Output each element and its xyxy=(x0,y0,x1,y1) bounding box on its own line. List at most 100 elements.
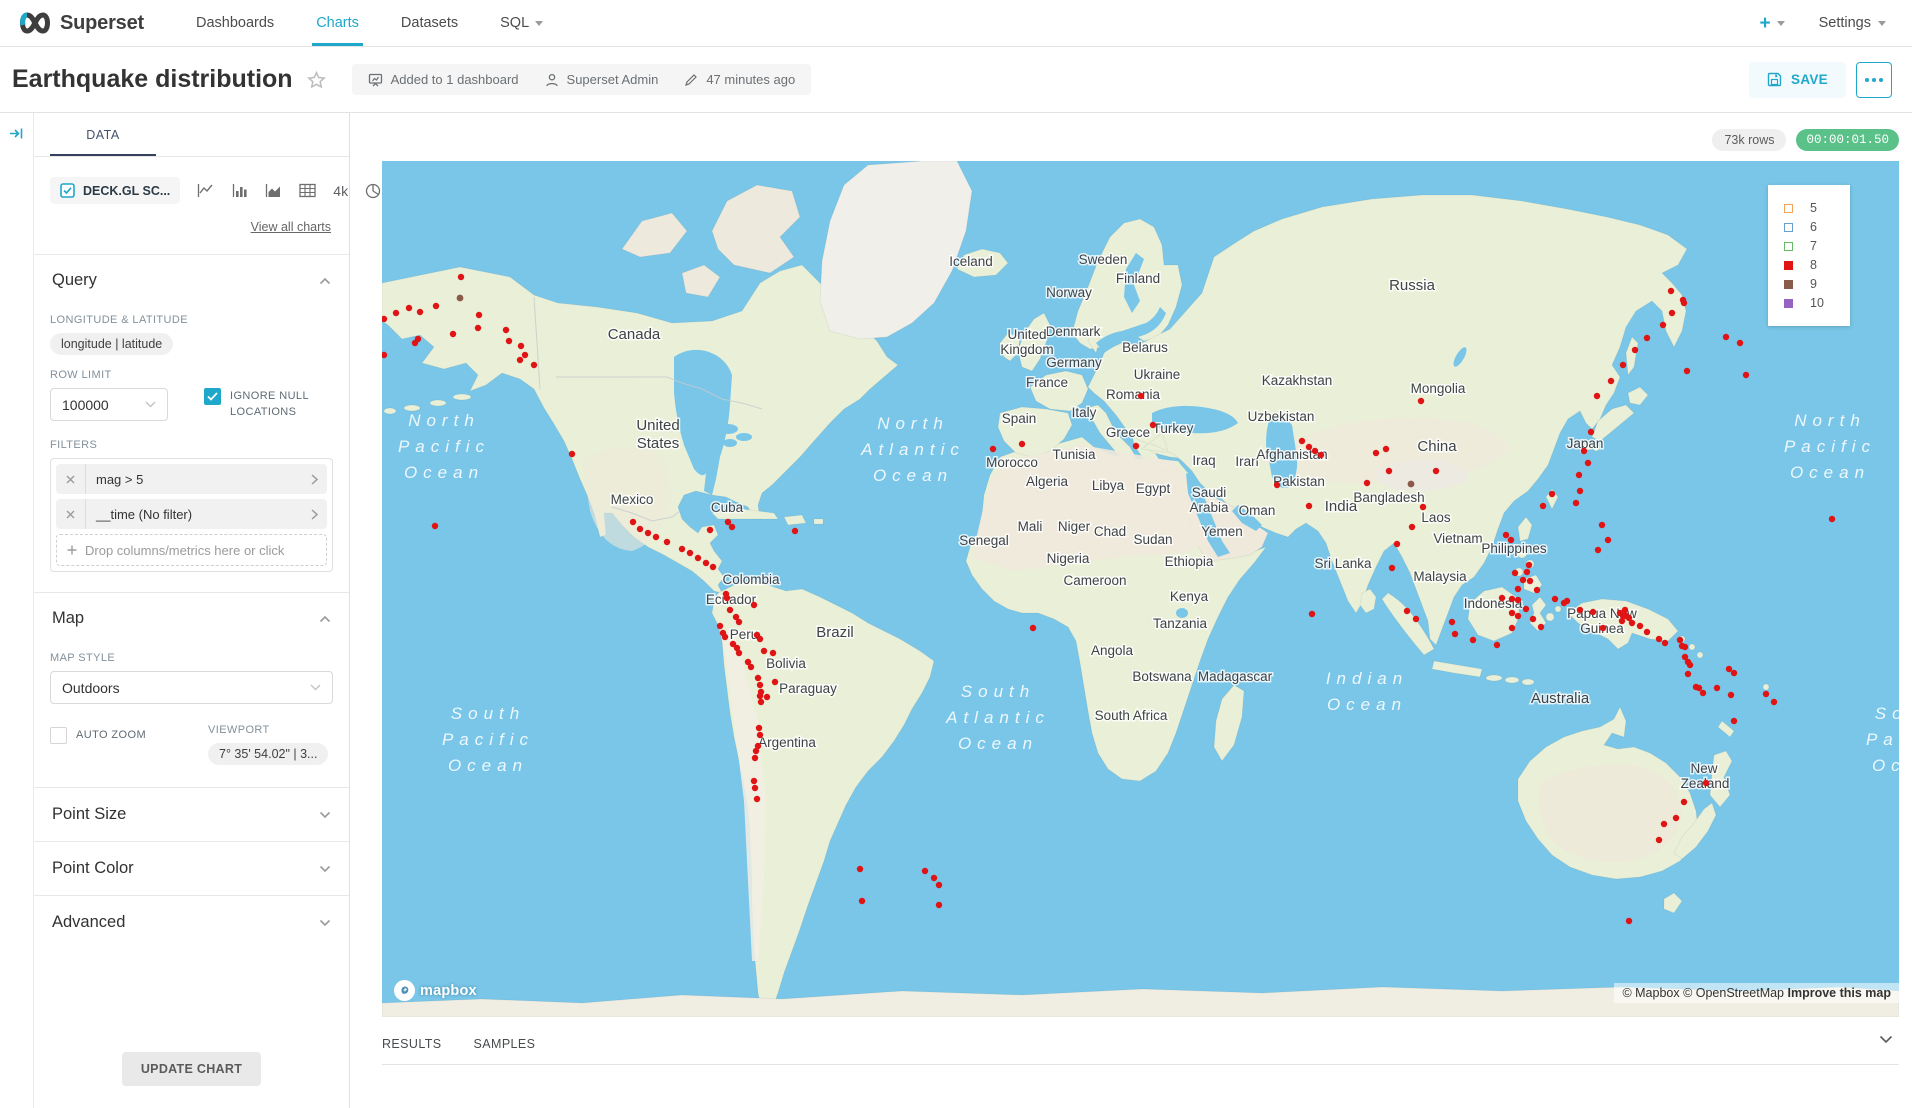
earthquake-point[interactable] xyxy=(1626,918,1632,924)
earthquake-point[interactable] xyxy=(1682,644,1688,650)
earthquake-point[interactable] xyxy=(1515,597,1521,603)
earthquake-point[interactable] xyxy=(1515,586,1521,592)
earthquake-point[interactable] xyxy=(433,303,439,309)
earthquake-point[interactable] xyxy=(1669,310,1675,316)
earthquake-point[interactable] xyxy=(1599,522,1605,528)
earthquake-point[interactable] xyxy=(1409,524,1415,530)
world-map[interactable]: IcelandSwedenFinlandNorwayRussiaCanadaDe… xyxy=(382,161,1899,1017)
earthquake-point[interactable] xyxy=(1673,815,1679,821)
earthquake-point[interactable] xyxy=(990,446,996,452)
earthquake-point[interactable] xyxy=(1523,606,1529,612)
earthquake-point[interactable] xyxy=(1728,692,1734,698)
section-advanced[interactable]: Advanced xyxy=(50,896,333,949)
lonlat-value-pill[interactable]: longitude | latitude xyxy=(50,333,173,355)
earthquake-point[interactable] xyxy=(859,898,865,904)
tab-samples[interactable]: SAMPLES xyxy=(474,1037,536,1051)
collapse-results-icon[interactable] xyxy=(1879,1031,1893,1049)
earthquake-point[interactable] xyxy=(1503,532,1509,538)
earthquake-point[interactable] xyxy=(1680,297,1686,303)
filter-item[interactable]: mag > 5 xyxy=(56,464,327,494)
earthquake-point[interactable] xyxy=(1449,619,1455,625)
save-button[interactable]: SAVE xyxy=(1749,62,1846,98)
earthquake-point[interactable] xyxy=(417,309,423,315)
mapbox-logo[interactable]: mapbox xyxy=(394,980,477,1001)
earthquake-point[interactable] xyxy=(1413,616,1419,622)
earthquake-point[interactable] xyxy=(1577,488,1583,494)
earthquake-point[interactable] xyxy=(432,523,438,529)
earthquake-point[interactable] xyxy=(1509,596,1515,602)
earthquake-point[interactable] xyxy=(1726,666,1732,672)
earthquake-point[interactable] xyxy=(458,274,464,280)
earthquake-point[interactable] xyxy=(757,682,763,688)
table-icon[interactable] xyxy=(299,183,316,198)
earthquake-point[interactable] xyxy=(736,619,742,625)
earthquake-point[interactable] xyxy=(764,694,770,700)
earthquake-point[interactable] xyxy=(695,555,701,561)
deckgl-scatter-map[interactable]: IcelandSwedenFinlandNorwayRussiaCanadaDe… xyxy=(382,161,1899,1017)
tab-results[interactable]: RESULTS xyxy=(382,1037,442,1051)
earthquake-point[interactable] xyxy=(1685,671,1691,677)
earthquake-point[interactable] xyxy=(1373,450,1379,456)
earthquake-point[interactable] xyxy=(1714,685,1720,691)
more-options-button[interactable] xyxy=(1856,62,1892,98)
earthquake-point[interactable] xyxy=(1600,625,1606,631)
earthquake-point[interactable] xyxy=(1590,609,1596,615)
earthquake-point[interactable] xyxy=(1637,623,1643,629)
earthquake-point[interactable] xyxy=(1703,780,1709,786)
earthquake-point[interactable] xyxy=(518,343,524,349)
line-chart-icon[interactable] xyxy=(197,183,215,198)
earthquake-point[interactable] xyxy=(645,530,651,536)
nav-item-charts[interactable]: Charts xyxy=(298,0,377,46)
earthquake-point[interactable] xyxy=(922,868,928,874)
earthquake-point[interactable] xyxy=(1620,362,1626,368)
filter-item[interactable]: __time (No filter) xyxy=(56,499,327,529)
earthquake-point[interactable] xyxy=(936,882,942,888)
earthquake-point[interactable] xyxy=(1512,570,1518,576)
earthquake-point[interactable] xyxy=(703,560,709,566)
earthquake-point[interactable] xyxy=(1534,587,1540,593)
ignore-null-checkbox[interactable]: IGNORE NULL LOCATIONS xyxy=(204,388,326,421)
earthquake-point[interactable] xyxy=(736,650,742,656)
earthquake-point[interactable] xyxy=(1656,837,1662,843)
section-point-color[interactable]: Point Color xyxy=(50,842,333,895)
update-chart-button[interactable]: UPDATE CHART xyxy=(122,1052,261,1086)
row-limit-select[interactable]: 100000 xyxy=(50,388,168,421)
earthquake-point[interactable] xyxy=(506,338,512,344)
earthquake-point[interactable] xyxy=(772,679,778,685)
earthquake-point[interactable] xyxy=(710,564,716,570)
earthquake-point[interactable] xyxy=(1588,429,1594,435)
earthquake-point[interactable] xyxy=(1661,821,1667,827)
earthquake-point[interactable] xyxy=(1433,468,1439,474)
earthquake-point[interactable] xyxy=(707,527,713,533)
earthquake-point[interactable] xyxy=(727,607,733,613)
earthquake-point[interactable] xyxy=(1133,443,1139,449)
earthquake-point[interactable] xyxy=(1452,631,1458,637)
favorite-star-icon[interactable] xyxy=(307,71,326,89)
area-chart-icon[interactable] xyxy=(265,183,282,198)
earthquake-point[interactable] xyxy=(1389,565,1395,571)
earthquake-point[interactable] xyxy=(1540,503,1546,509)
section-point-size[interactable]: Point Size xyxy=(50,788,333,841)
chevron-right-icon[interactable] xyxy=(301,509,327,520)
earthquake-point[interactable] xyxy=(1668,288,1674,294)
earthquake-point[interactable] xyxy=(729,524,735,530)
earthquake-point[interactable] xyxy=(761,648,767,654)
bar-chart-icon[interactable] xyxy=(232,183,248,198)
add-filter-drop-area[interactable]: Drop columns/metrics here or click xyxy=(56,534,327,566)
earthquake-point[interactable] xyxy=(1386,468,1392,474)
earthquake-point[interactable] xyxy=(1299,438,1305,444)
earthquake-point[interactable] xyxy=(687,550,693,556)
earthquake-point[interactable] xyxy=(756,725,762,731)
nav-item-dashboards[interactable]: Dashboards xyxy=(178,0,292,46)
earthquake-point[interactable] xyxy=(758,699,764,705)
dashboards-meta[interactable]: Added to 1 dashboard xyxy=(368,72,519,87)
map-style-select[interactable]: Outdoors xyxy=(50,671,333,704)
earthquake-point[interactable] xyxy=(1763,691,1769,697)
earthquake-point[interactable] xyxy=(931,875,937,881)
earthquake-point[interactable] xyxy=(1508,537,1514,543)
earthquake-point[interactable] xyxy=(1150,422,1156,428)
earthquake-point[interactable] xyxy=(630,519,636,525)
viz-type-selected[interactable]: DECK.GL SC... xyxy=(50,177,180,204)
earthquake-point[interactable] xyxy=(1576,472,1582,478)
earthquake-point[interactable] xyxy=(1549,491,1555,497)
